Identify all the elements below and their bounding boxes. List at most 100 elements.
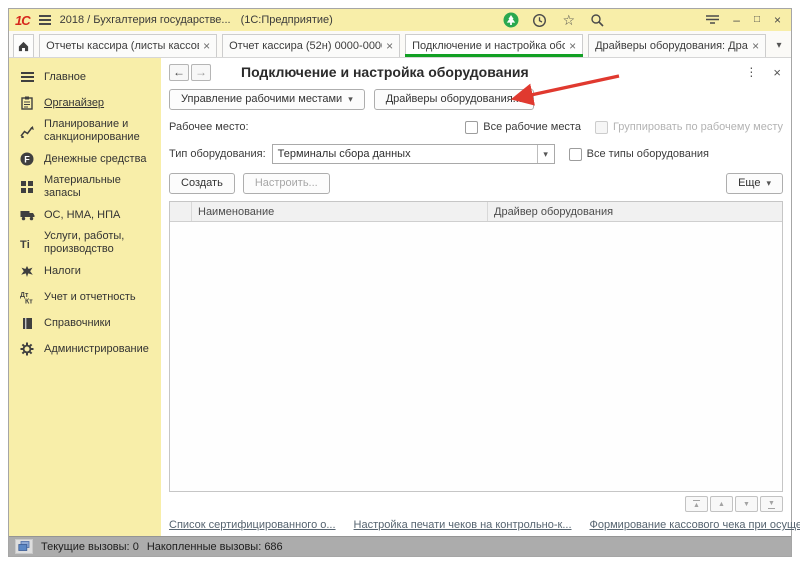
eagle-icon <box>19 265 35 278</box>
sidebar-item-materials[interactable]: Материальные запасы <box>19 172 161 202</box>
sidebar-item-os-nma[interactable]: ОС, НМА, НПА <box>19 202 161 228</box>
tab-close-icon[interactable]: × <box>569 39 576 53</box>
history-icon[interactable] <box>532 12 548 28</box>
main-menu-icon[interactable] <box>38 14 52 26</box>
equipment-type-select[interactable]: Терминалы сбора данных ▾ <box>272 144 555 164</box>
command-bar: Управление рабочими местами ▾ Драйверы о… <box>169 86 783 112</box>
back-button[interactable]: ← <box>169 64 189 81</box>
server-calls-icon[interactable] <box>15 539 33 554</box>
favorites-icon[interactable]: ☆ <box>561 12 577 28</box>
tab-label: Отчет кассира (52н) 0000-000045 ... <box>229 40 382 52</box>
checkbox-box <box>595 121 608 134</box>
chevron-down-icon: ▾ <box>348 94 353 105</box>
tab-overflow-button[interactable]: ▾ <box>771 34 787 57</box>
all-workplaces-checkbox[interactable]: Все рабочие места <box>465 121 581 134</box>
go-last-button[interactable]: ▼ <box>760 496 783 512</box>
group-by-workplace-label: Группировать по рабочему месту <box>613 121 783 133</box>
discussions-icon[interactable] <box>503 12 519 28</box>
sidebar-item-label: Главное <box>44 71 86 84</box>
maximize-button[interactable]: □ <box>754 14 760 26</box>
status-bar: Текущие вызовы: 0 Накопленные вызовы: 68… <box>9 536 791 556</box>
sidebar-item-planning[interactable]: Планирование и санкционирование <box>19 116 161 146</box>
tab-close-icon[interactable]: × <box>203 39 210 53</box>
tab-close-icon[interactable]: × <box>386 39 393 53</box>
tab-close-icon[interactable]: × <box>752 39 759 53</box>
current-calls-text: Текущие вызовы: 0 <box>41 541 139 553</box>
sidebar-item-glavnoe[interactable]: Главное <box>19 64 161 90</box>
receipt-print-setup-link[interactable]: Настройка печати чеков на контрольно-к..… <box>354 519 572 531</box>
combo-dropdown-button[interactable]: ▾ <box>537 145 554 163</box>
cash-receipt-forming-link[interactable]: Формирование кассового чека при осуществ… <box>590 519 800 531</box>
certified-list-link[interactable]: Список сертифицированного о... <box>169 519 336 531</box>
sidebar-item-directories[interactable]: Справочники <box>19 310 161 336</box>
sidebar-item-label: Учет и отчетность <box>44 291 136 304</box>
forward-button[interactable]: → <box>191 64 211 81</box>
sidebar-item-label: Налоги <box>44 265 81 278</box>
tab-equipment-setup[interactable]: Подключение и настройка обору... × <box>405 34 583 57</box>
equipment-drivers-button[interactable]: Драйверы оборудования... <box>374 89 534 110</box>
workplace-management-button[interactable]: Управление рабочими местами ▾ <box>169 89 365 110</box>
workplace-label: Рабочее место: <box>169 121 249 133</box>
go-first-button[interactable]: ▲ <box>685 496 708 512</box>
tab-cashier-report-52n[interactable]: Отчет кассира (52н) 0000-000045 ... × <box>222 34 400 57</box>
close-window-button[interactable]: × <box>774 14 781 26</box>
sidebar-item-accounting[interactable]: ДтКт Учет и отчетность <box>19 284 161 310</box>
sidebar-item-label: Планирование и санкционирование <box>44 118 157 144</box>
form-controls: ⋮ × <box>745 65 783 80</box>
tab-label: Драйверы оборудования: Драйве... <box>595 40 748 52</box>
equipment-table: Наименование Драйвер оборудования <box>169 201 783 492</box>
accumulated-calls-label: Накопленные вызовы: <box>147 541 261 553</box>
more-button[interactable]: Еще ▾ <box>726 173 783 194</box>
icon-column-header <box>170 202 192 221</box>
home-icon <box>17 40 30 52</box>
driver-column-header[interactable]: Драйвер оборудования <box>488 202 782 221</box>
table-header: Наименование Драйвер оборудования <box>170 202 782 222</box>
main-area: Главное Органайзер Планирование и санкци… <box>9 58 791 536</box>
all-types-checkbox[interactable]: Все типы оборудования <box>569 148 709 161</box>
sidebar-item-services[interactable]: Тi Услуги, работы, производство <box>19 228 161 258</box>
create-button[interactable]: Создать <box>169 173 235 194</box>
history-nav: ← → <box>169 64 211 81</box>
chevron-down-icon: ▾ <box>766 178 771 189</box>
equipment-setup-form: ← → Подключение и настройка оборудования… <box>161 58 791 536</box>
sidebar-item-organizer[interactable]: Органайзер <box>19 90 161 116</box>
equipment-type-label: Тип оборудования: <box>169 148 266 160</box>
group-by-workplace-checkbox: Группировать по рабочему месту <box>595 121 783 134</box>
toolbar-menu-icon[interactable] <box>706 14 719 26</box>
go-first-icon: ▲ <box>693 500 700 509</box>
page-header: ← → Подключение и настройка оборудования… <box>169 58 783 86</box>
window-controls: – □ × <box>706 14 785 26</box>
list-actions-row: Создать Настроить... Еще ▾ <box>169 169 783 197</box>
clipboard-icon <box>19 96 35 110</box>
tab-label: Отчеты кассира (листы кассовой ... <box>46 40 199 52</box>
search-icon[interactable] <box>590 12 606 28</box>
go-next-button[interactable]: ▼ <box>735 496 758 512</box>
sidebar-item-label: Администрирование <box>44 343 149 356</box>
name-column-header[interactable]: Наименование <box>192 202 488 221</box>
go-prev-button[interactable]: ▲ <box>710 496 733 512</box>
sidebar-item-label: Материальные запасы <box>44 174 157 200</box>
svg-text:F: F <box>24 154 30 164</box>
equipment-drivers-label: Драйверы оборудования... <box>386 93 522 105</box>
app-name: (1С:Предприятие) <box>241 14 333 26</box>
desktop: 1С 2018 / Бухгалтерия государстве... (1С… <box>0 0 800 566</box>
configure-button[interactable]: Настроить... <box>243 173 330 194</box>
services-icon: Тi <box>19 237 35 250</box>
sidebar-item-administration[interactable]: Администрирование <box>19 336 161 362</box>
minimize-button[interactable]: – <box>733 14 740 26</box>
tab-cashier-reports[interactable]: Отчеты кассира (листы кассовой ... × <box>39 34 217 57</box>
configure-label: Настроить... <box>255 177 318 189</box>
sidebar-item-taxes[interactable]: Налоги <box>19 258 161 284</box>
workplace-filter-row: Рабочее место: Все рабочие места Группир… <box>169 116 783 138</box>
sidebar-item-label: Денежные средства <box>44 153 146 166</box>
close-form-icon[interactable]: × <box>773 65 781 80</box>
more-actions-icon[interactable]: ⋮ <box>745 65 757 79</box>
page-title: Подключение и настройка оборудования <box>241 64 529 80</box>
tab-equipment-drivers[interactable]: Драйверы оборудования: Драйве... × <box>588 34 766 57</box>
1c-logo: 1С <box>15 13 30 28</box>
checkbox-box[interactable] <box>569 148 582 161</box>
sidebar-item-money[interactable]: F Денежные средства <box>19 146 161 172</box>
go-next-icon: ▼ <box>743 501 750 508</box>
home-tab[interactable] <box>13 34 34 57</box>
checkbox-box[interactable] <box>465 121 478 134</box>
